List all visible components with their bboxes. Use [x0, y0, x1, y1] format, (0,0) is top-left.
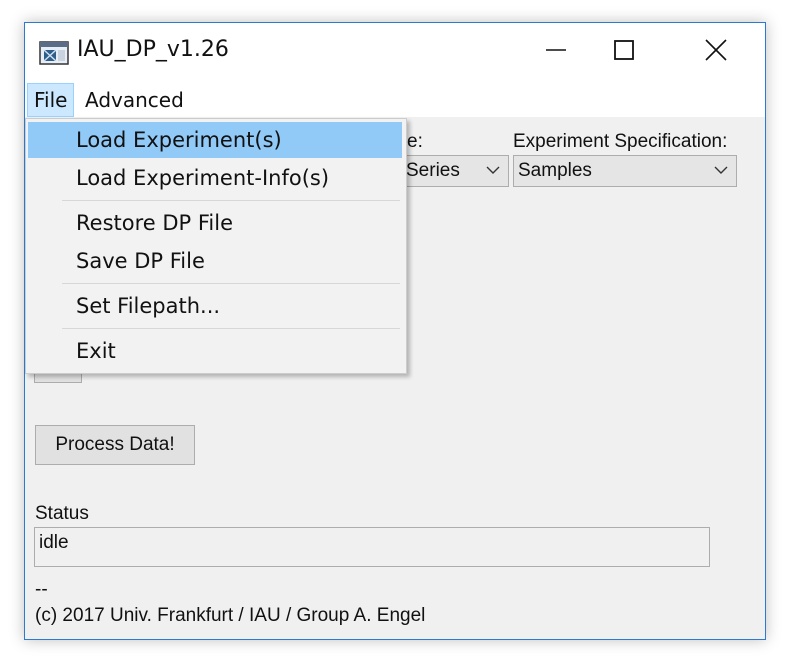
menu-bar: File Advanced	[25, 79, 765, 117]
menu-item-exit[interactable]: Exit	[28, 333, 402, 369]
menu-separator	[62, 283, 400, 284]
app-window-icon	[39, 41, 69, 65]
menu-item-set-filepath[interactable]: Set Filepath...	[28, 288, 402, 324]
window-title: IAU_DP_v1.26	[77, 37, 229, 62]
menu-separator	[62, 328, 400, 329]
status-field: idle	[34, 527, 710, 567]
chevron-down-icon	[714, 166, 728, 174]
minimize-icon	[546, 49, 566, 51]
type-select-value: Series	[406, 160, 460, 181]
menu-item-load-experiments[interactable]: Load Experiment(s)	[28, 122, 402, 158]
status-label: Status	[35, 503, 89, 524]
maximize-button[interactable]	[601, 23, 647, 79]
menu-separator	[62, 200, 400, 201]
status-value: idle	[39, 532, 69, 553]
menu-file[interactable]: File	[27, 83, 75, 117]
spec-select-value: Samples	[518, 160, 592, 181]
footer-dash: --	[35, 579, 48, 600]
menu-item-restore-dp-file[interactable]: Restore DP File	[28, 205, 402, 241]
menu-item-load-experiment-infos[interactable]: Load Experiment-Info(s)	[28, 160, 402, 196]
maximize-icon	[614, 40, 634, 60]
type-label-partial: e:	[407, 131, 423, 152]
chevron-down-icon	[486, 166, 500, 174]
close-icon	[705, 39, 727, 61]
file-menu-dropdown: Load Experiment(s) Load Experiment-Info(…	[25, 118, 407, 374]
copyright-text: (c) 2017 Univ. Frankfurt / IAU / Group A…	[35, 605, 426, 626]
close-button[interactable]	[693, 23, 739, 79]
spec-select[interactable]: Samples	[513, 155, 737, 187]
type-select[interactable]: Series	[397, 155, 509, 187]
minimize-button[interactable]	[533, 23, 579, 79]
title-bar[interactable]: IAU_DP_v1.26	[25, 23, 765, 79]
menu-item-save-dp-file[interactable]: Save DP File	[28, 243, 402, 279]
menu-advanced[interactable]: Advanced	[79, 83, 190, 117]
process-data-button[interactable]: Process Data!	[35, 425, 195, 465]
spec-label: Experiment Specification:	[513, 131, 728, 152]
